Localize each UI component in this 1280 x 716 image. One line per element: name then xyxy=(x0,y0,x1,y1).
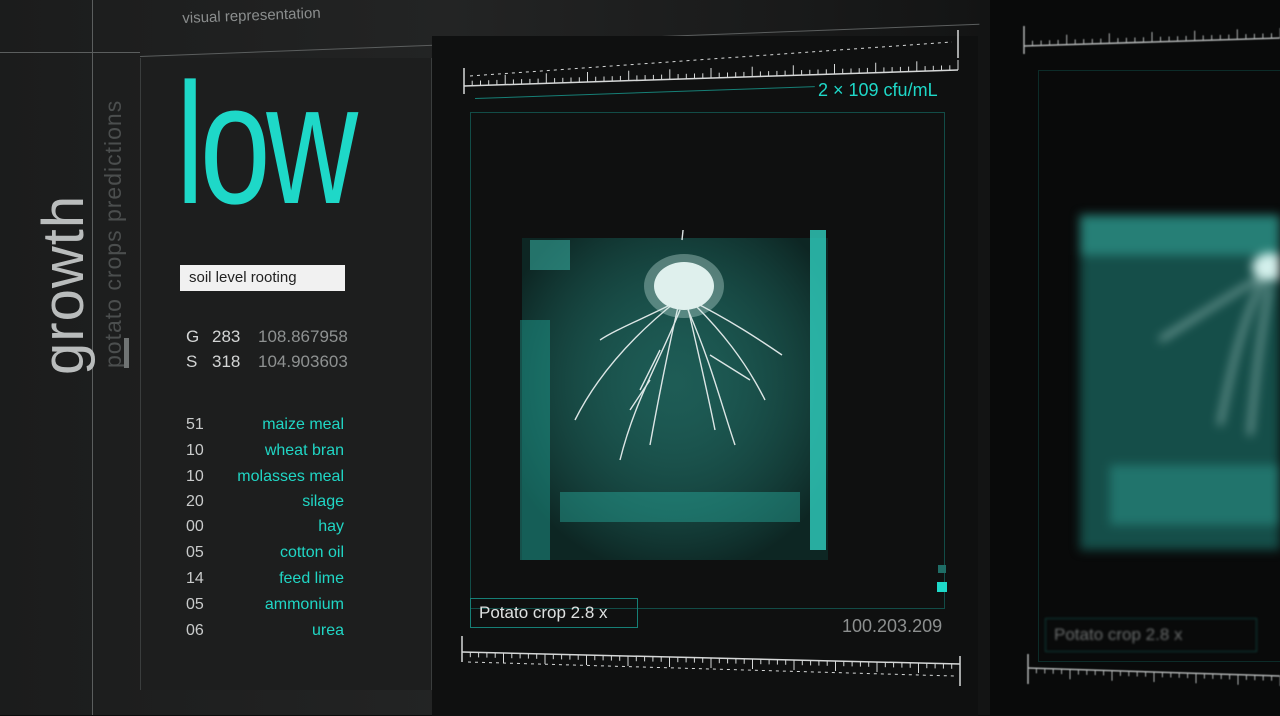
ingredient-row: 10 molasses meal xyxy=(186,468,344,490)
ingredient-row: 05 ammonium xyxy=(186,596,344,618)
metric-label: S xyxy=(186,352,198,371)
ingredient-qty: 14 xyxy=(186,570,204,587)
metric-row: S 318 104.903603 xyxy=(186,352,348,372)
ingredient-name: silage xyxy=(302,493,344,510)
secondary-bottom-ruler xyxy=(1027,654,1280,686)
ingredient-qty: 10 xyxy=(186,468,204,485)
ingredient-name: maize meal xyxy=(262,416,344,433)
sidebar-subtitle: potato crops predictions xyxy=(100,99,126,368)
indicator-active xyxy=(937,582,947,592)
sidebar-marker xyxy=(124,338,129,368)
ingredient-name: urea xyxy=(311,622,344,639)
metric-label: G xyxy=(186,327,200,346)
ingredient-row: 05 cotton oil xyxy=(186,544,344,566)
ingredient-name: molasses meal xyxy=(237,468,344,485)
ingredient-row: 00 hay xyxy=(186,518,344,540)
ingredient-row: 51 maize meal xyxy=(186,416,344,438)
ingredient-name: feed lime xyxy=(279,570,344,587)
status-badge: soil level rooting xyxy=(180,265,345,291)
ingredient-qty: 10 xyxy=(186,442,204,459)
indicator-dim xyxy=(938,565,946,573)
ingredient-name: ammonium xyxy=(264,596,344,613)
bottom-ruler xyxy=(461,636,961,686)
status-level: low xyxy=(176,48,358,240)
secondary-top-ruler xyxy=(1023,26,1280,54)
ingredient-row: 14 feed lime xyxy=(186,570,344,592)
metric-coord: 104.903603 xyxy=(258,352,348,371)
concentration-label: 2 × 109 cfu/mL xyxy=(818,80,938,100)
metric-row: G 283 108.867958 xyxy=(186,327,348,347)
left-vertical-line-2 xyxy=(0,52,140,53)
metric-value: 318 xyxy=(212,352,241,371)
ingredient-row: 20 silage xyxy=(186,493,344,515)
ingredient-qty: 05 xyxy=(186,544,204,561)
root-visualization xyxy=(520,230,828,560)
specimen-coordinate: 100.203.209 xyxy=(842,616,943,636)
ingredient-qty: 51 xyxy=(186,416,204,433)
secondary-visualization xyxy=(1080,215,1280,550)
ingredient-qty: 00 xyxy=(186,518,204,535)
ingredient-qty: 20 xyxy=(186,493,204,510)
ingredient-row: 10 wheat bran xyxy=(186,442,344,464)
ingredient-name: hay xyxy=(318,518,344,535)
metric-coord: 108.867958 xyxy=(258,327,348,346)
ingredient-qty: 06 xyxy=(186,622,204,639)
ingredient-name: wheat bran xyxy=(264,442,344,459)
ingredient-row: 06 urea xyxy=(186,622,344,644)
secondary-caption: Potato crop 2.8 x xyxy=(1045,618,1257,652)
ingredient-name: cotton oil xyxy=(279,544,344,561)
sidebar-title: growth xyxy=(31,194,96,375)
metric-value: 283 xyxy=(212,327,241,346)
ingredient-qty: 05 xyxy=(186,596,204,613)
specimen-caption: Potato crop 2.8 x xyxy=(470,598,638,628)
